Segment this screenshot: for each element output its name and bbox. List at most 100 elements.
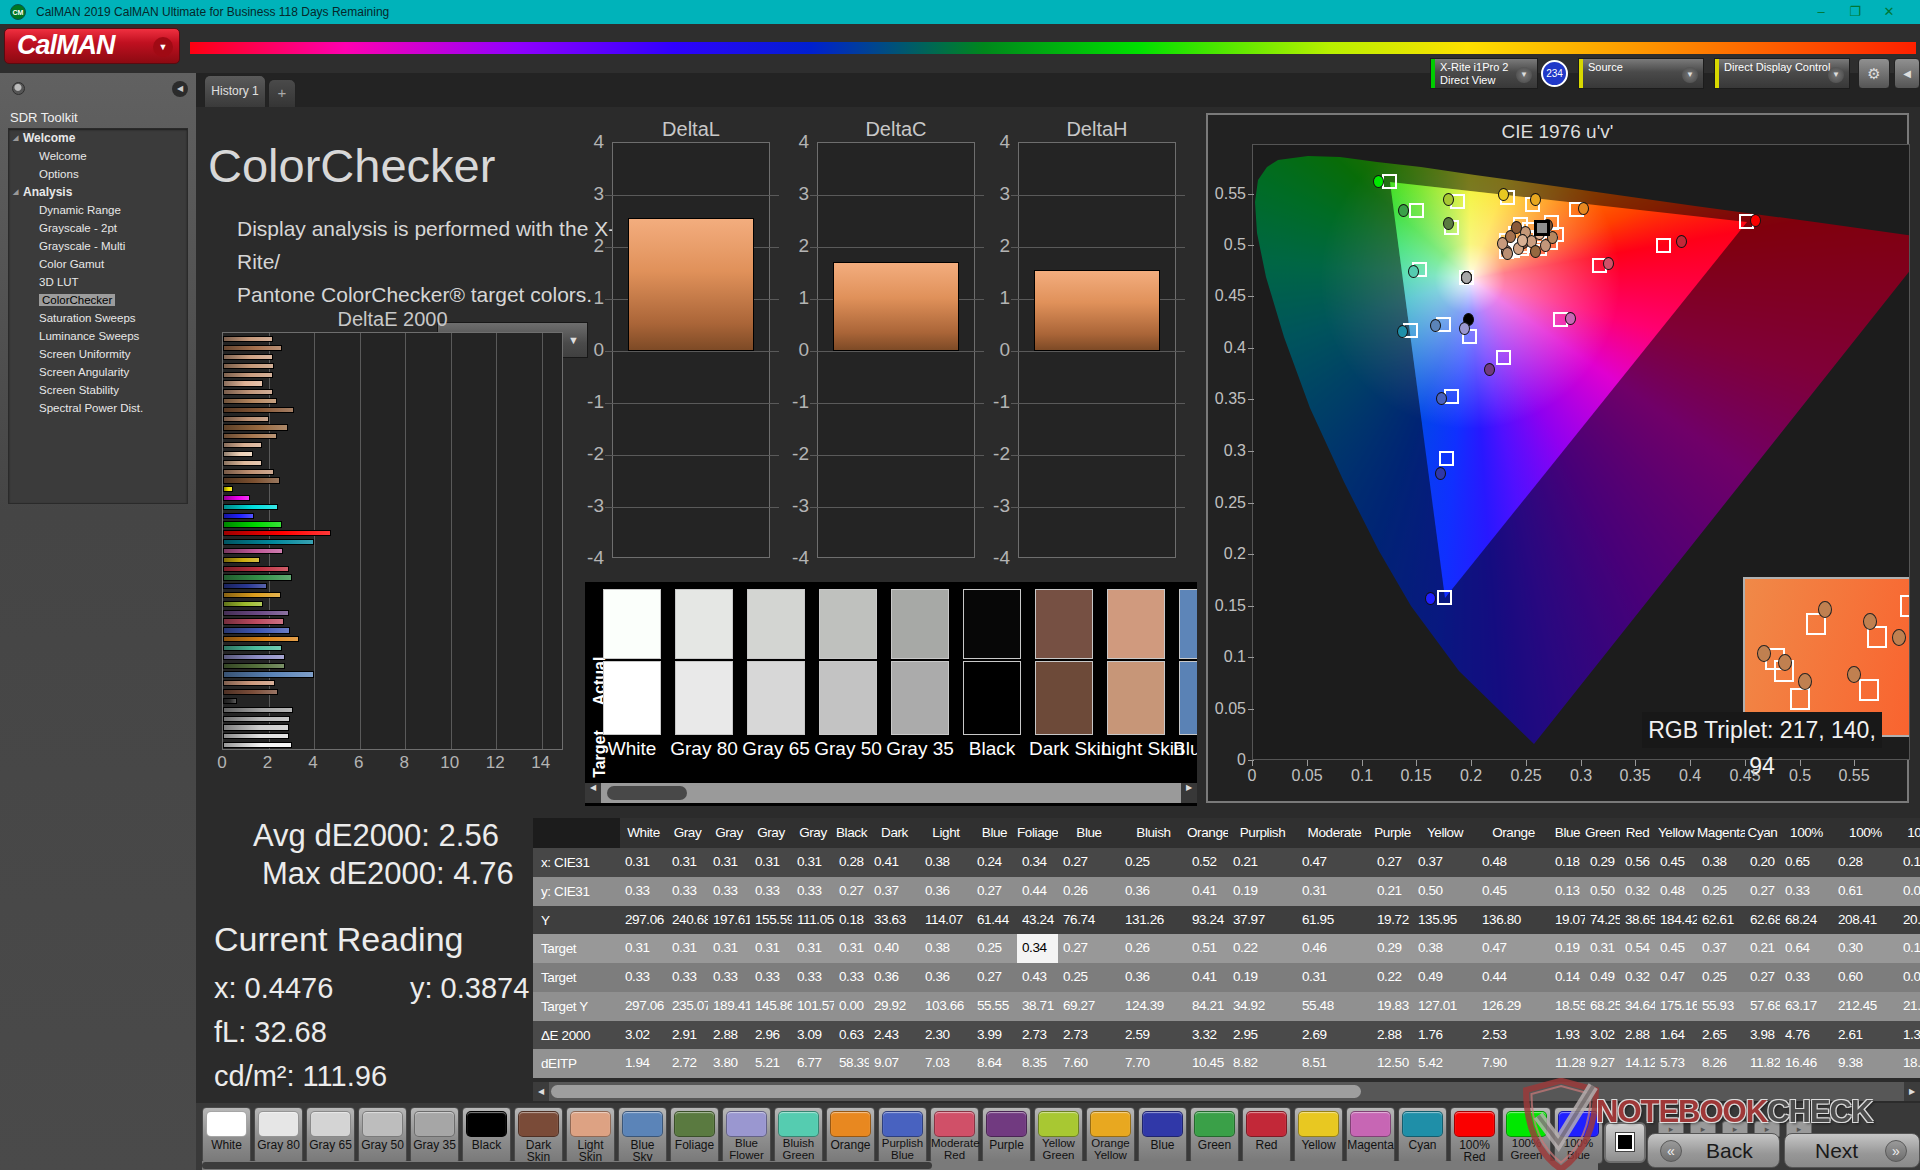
table-cell[interactable]: 0.21 xyxy=(1745,934,1780,963)
table-cell[interactable]: 74.25 xyxy=(1585,906,1620,935)
table-cell[interactable]: 58.39 xyxy=(834,1049,869,1078)
sidebar-item-analysis[interactable]: ◢Analysis xyxy=(9,183,187,201)
table-cell[interactable]: 34.92 xyxy=(1228,992,1297,1021)
table-cell[interactable]: 37.97 xyxy=(1228,906,1297,935)
table-cell[interactable]: 2.96 xyxy=(750,1021,792,1050)
table-cell[interactable]: 0.31 xyxy=(750,934,792,963)
table-cell[interactable]: 5.73 xyxy=(1655,1049,1697,1078)
table-cell[interactable]: 0.28 xyxy=(834,848,869,877)
table-cell[interactable]: 0.18 xyxy=(1550,848,1585,877)
table-cell[interactable]: 0.46 xyxy=(1297,934,1372,963)
table-cell[interactable]: 0.50 xyxy=(1585,877,1620,906)
table-cell[interactable]: 0.27 xyxy=(972,877,1017,906)
source-dropdown[interactable]: Source ▼ xyxy=(1578,58,1704,89)
table-cell[interactable]: 63.17 xyxy=(1780,992,1833,1021)
table-cell[interactable]: 297.06 xyxy=(620,992,667,1021)
table-cell[interactable]: 11.28 xyxy=(1550,1049,1585,1078)
table-cell[interactable]: 2.88 xyxy=(708,1021,750,1050)
chip-blue[interactable]: Blue xyxy=(1138,1107,1187,1164)
table-cell[interactable]: 0.31 xyxy=(1297,877,1372,906)
table-cell[interactable]: 0.18 xyxy=(834,906,869,935)
table-cell[interactable]: 3.80 xyxy=(708,1049,750,1078)
table-cell[interactable]: 1.64 xyxy=(1655,1021,1697,1050)
table-cell[interactable]: 135.95 xyxy=(1413,906,1477,935)
table-cell[interactable]: 0.21 xyxy=(1372,877,1413,906)
sidebar-item-dynamic-range[interactable]: Dynamic Range xyxy=(9,201,187,219)
table-cell[interactable]: 184.42 xyxy=(1655,906,1697,935)
table-cell[interactable]: 0.45 xyxy=(1655,934,1697,963)
table-cell[interactable]: 0.49 xyxy=(1585,963,1620,992)
table-cell[interactable]: 0.44 xyxy=(1017,877,1058,906)
chip-yellow[interactable]: Yellow xyxy=(1294,1107,1343,1164)
table-cell[interactable]: 0.27 xyxy=(1058,934,1120,963)
table-cell[interactable]: 3.99 xyxy=(972,1021,1017,1050)
table-cell[interactable]: 175.16 xyxy=(1655,992,1697,1021)
table-cell[interactable]: 0.33 xyxy=(667,877,708,906)
chip-purplish-blue[interactable]: PurplishBlue xyxy=(878,1107,927,1164)
table-cell[interactable]: 197.61 xyxy=(708,906,750,935)
table-cell[interactable]: 7.60 xyxy=(1058,1049,1120,1078)
table-cell[interactable]: 2.53 xyxy=(1477,1021,1550,1050)
sidebar-item-color-gamut[interactable]: Color Gamut xyxy=(9,255,187,273)
sidebar-item-3d-lut[interactable]: 3D LUT xyxy=(9,273,187,291)
table-cell[interactable]: 57.68 xyxy=(1745,992,1780,1021)
table-cell[interactable]: 8.51 xyxy=(1297,1049,1372,1078)
table-cell[interactable]: 0.36 xyxy=(869,963,920,992)
table-cell[interactable]: 0.27 xyxy=(1745,963,1780,992)
table-cell[interactable]: 0.38 xyxy=(920,934,972,963)
table-cell[interactable]: 0.45 xyxy=(1477,877,1550,906)
table-cell[interactable]: 0.47 xyxy=(1297,848,1372,877)
table-cell[interactable]: 0.33 xyxy=(1780,963,1833,992)
table-cell[interactable]: 0.51 xyxy=(1187,934,1228,963)
table-cell[interactable]: 0.31 xyxy=(792,848,834,877)
meter-count-badge[interactable]: 234 xyxy=(1541,60,1568,87)
table-cell[interactable]: 11.82 xyxy=(1745,1049,1780,1078)
table-cell[interactable]: 0.33 xyxy=(620,963,667,992)
table-scrollbar-right-icon[interactable]: ▶ xyxy=(1904,1082,1920,1101)
table-cell[interactable]: 0.36 xyxy=(1120,877,1187,906)
table-cell[interactable]: 0.44 xyxy=(1477,963,1550,992)
table-cell[interactable]: 9.38 xyxy=(1833,1049,1898,1078)
table-cell[interactable]: 0.41 xyxy=(1187,963,1228,992)
table-cell[interactable]: 8.82 xyxy=(1228,1049,1297,1078)
table-cell[interactable]: 1.76 xyxy=(1413,1021,1477,1050)
table-cell[interactable]: 68.25 xyxy=(1585,992,1620,1021)
table-cell[interactable]: 0.49 xyxy=(1413,963,1477,992)
table-cell[interactable]: 0.27 xyxy=(1058,848,1120,877)
sidebar-item-welcome[interactable]: Welcome xyxy=(9,147,187,165)
source-dropdown-caret[interactable]: ▼ xyxy=(1682,67,1698,83)
table-cell[interactable]: 0.32 xyxy=(1620,877,1655,906)
chip-yellow-green[interactable]: YellowGreen xyxy=(1034,1107,1083,1164)
chip-foliage[interactable]: Foliage xyxy=(670,1107,719,1164)
table-cell[interactable]: 19.83 xyxy=(1372,992,1413,1021)
table-cell[interactable]: 69.27 xyxy=(1058,992,1120,1021)
table-cell[interactable]: 0.22 xyxy=(1228,934,1297,963)
table-cell[interactable]: 0.15 xyxy=(1898,934,1920,963)
sidebar-item-screen-uniformity[interactable]: Screen Uniformity xyxy=(9,345,187,363)
table-cell[interactable]: 103.66 xyxy=(920,992,972,1021)
table-cell[interactable]: 0.33 xyxy=(792,963,834,992)
table-cell[interactable]: 0.47 xyxy=(1477,934,1550,963)
table-cell[interactable]: 0.20 xyxy=(1745,848,1780,877)
table-cell[interactable]: 43.24 xyxy=(1017,906,1058,935)
table-cell[interactable]: 7.90 xyxy=(1477,1049,1550,1078)
sidebar-item-screen-angularity[interactable]: Screen Angularity xyxy=(9,363,187,381)
table-cell[interactable]: 0.27 xyxy=(972,963,1017,992)
table-cell[interactable]: 0.19 xyxy=(1228,963,1297,992)
table-cell[interactable]: 2.73 xyxy=(1058,1021,1120,1050)
table-cell[interactable]: 2.65 xyxy=(1697,1021,1745,1050)
table-cell[interactable]: 0.06 xyxy=(1898,877,1920,906)
table-cell[interactable]: 0.64 xyxy=(1780,934,1833,963)
table-cell[interactable]: 1.93 xyxy=(1550,1021,1585,1050)
table-cell[interactable]: 126.29 xyxy=(1477,992,1550,1021)
table-cell[interactable]: 0.33 xyxy=(792,877,834,906)
table-cell[interactable]: 0.33 xyxy=(750,877,792,906)
swatch-scrollbar-left-icon[interactable]: ◀ xyxy=(585,783,601,803)
table-cell[interactable]: 0.19 xyxy=(1550,934,1585,963)
table-cell[interactable]: 4.76 xyxy=(1780,1021,1833,1050)
minimize-button[interactable]: – xyxy=(1808,2,1834,22)
table-cell[interactable]: 38.65 xyxy=(1620,906,1655,935)
chip-gray-65[interactable]: Gray 65 xyxy=(306,1107,355,1164)
table-cell[interactable]: 111.05 xyxy=(792,906,834,935)
table-cell[interactable]: 0.25 xyxy=(1058,963,1120,992)
